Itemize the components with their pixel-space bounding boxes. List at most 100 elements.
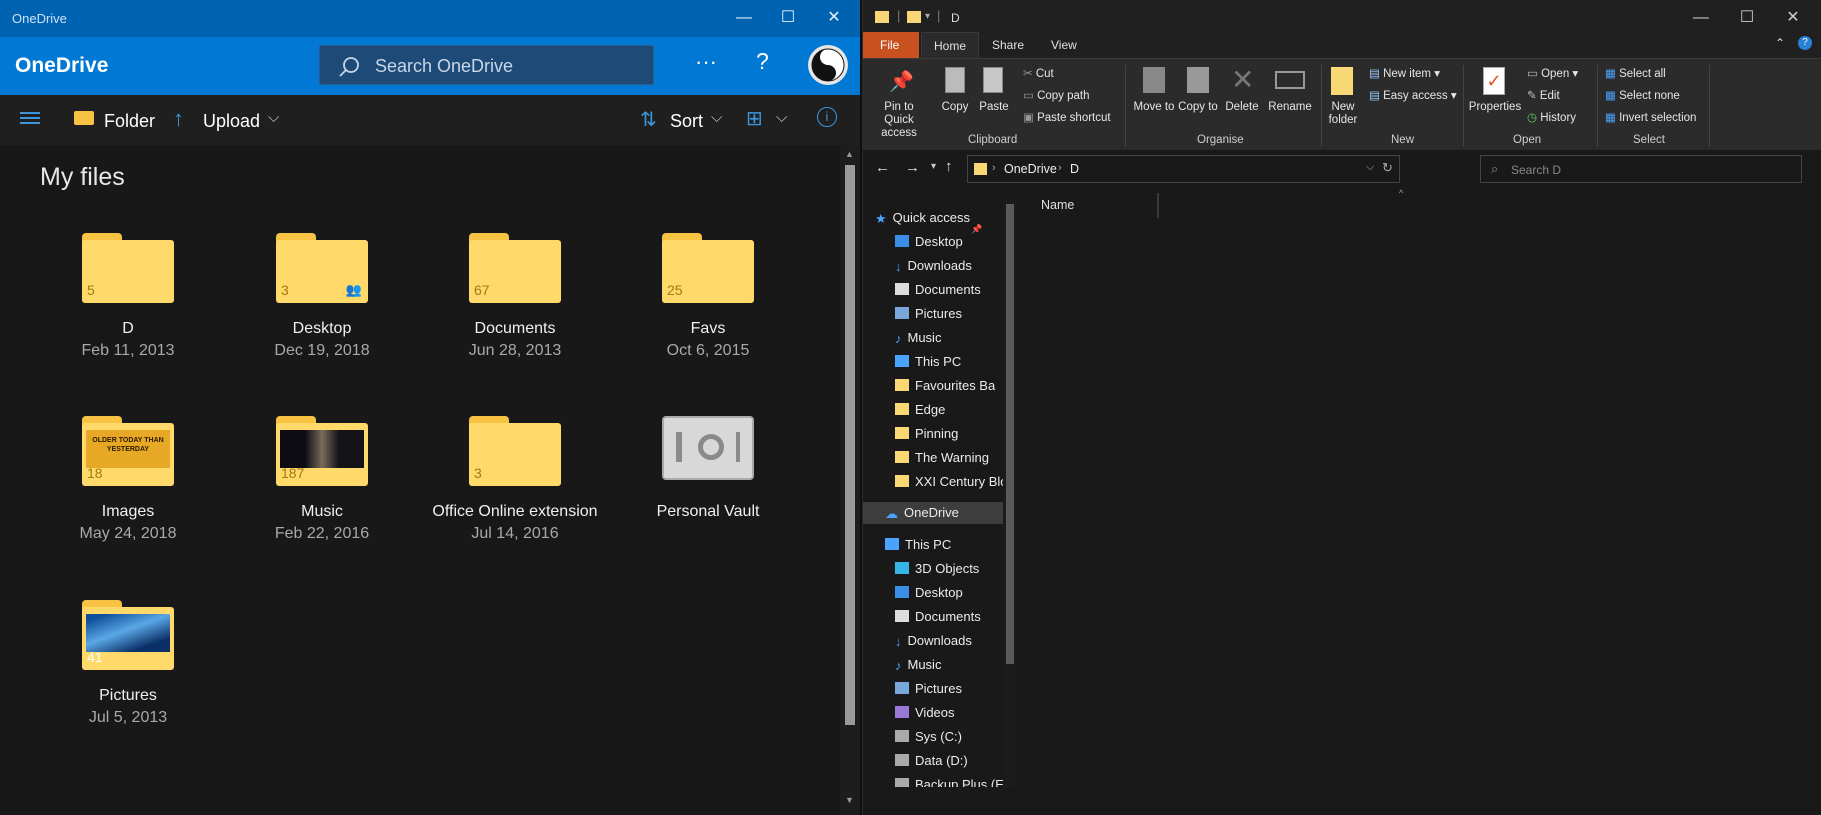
sort-button[interactable]: Sort: [670, 111, 703, 132]
scroll-thumb[interactable]: [1006, 204, 1014, 664]
window-title: D: [951, 11, 960, 25]
help-icon[interactable]: ?: [756, 48, 769, 75]
collapse-ribbon-icon[interactable]: ⌃: [1775, 36, 1785, 50]
help-icon[interactable]: ?: [1798, 36, 1812, 50]
history-button[interactable]: ◷ History: [1527, 110, 1576, 124]
tile-name: Images: [101, 503, 155, 520]
window-title: OneDrive: [12, 11, 67, 26]
tile-name: Office Online extension: [432, 503, 598, 520]
edit-button[interactable]: ✎ Edit: [1527, 88, 1560, 102]
file-list: ^ Name: [1019, 188, 1814, 787]
onedrive-header: OneDrive Search OneDrive ··· ?: [0, 37, 860, 95]
open-button[interactable]: ▭ Open ▾: [1527, 66, 1578, 80]
tab-share[interactable]: Share: [992, 38, 1024, 52]
tab-file[interactable]: File: [863, 32, 919, 58]
search-placeholder: Search OneDrive: [375, 56, 514, 76]
breadcrumb-onedrive[interactable]: OneDrive: [1004, 162, 1057, 176]
tile-date: Jul 14, 2016: [471, 525, 559, 542]
more-options-icon[interactable]: ···: [695, 49, 717, 75]
folder-tile-office-online-extension[interactable]: 3 Office Online extension Jul 14, 2016: [415, 416, 615, 543]
rename-button[interactable]: Rename: [1265, 101, 1315, 114]
properties-icon: ✓: [1483, 67, 1505, 95]
folder-tile-pictures[interactable]: 41 Pictures Jul 5, 2013: [28, 600, 228, 727]
column-header-name[interactable]: Name: [1041, 198, 1074, 212]
maximize-icon[interactable]: ☐: [778, 8, 798, 28]
tile-name: Personal Vault: [656, 503, 760, 520]
files-area: My files 5 D Feb 11, 2013 3 👥 Desktop Dec…: [0, 145, 840, 815]
hamburger-menu-icon[interactable]: [20, 109, 40, 127]
move-to-button[interactable]: Move to: [1131, 101, 1177, 114]
minimize-icon[interactable]: —: [734, 8, 754, 28]
folder-tile-documents[interactable]: 67 Documents Jun 28, 2013: [415, 233, 615, 360]
new-folder-button[interactable]: New folder: [1325, 101, 1361, 127]
tab-view[interactable]: View: [1051, 38, 1077, 52]
close-icon[interactable]: ✕: [824, 8, 844, 28]
paste-shortcut-button[interactable]: ▣ Paste shortcut: [1023, 110, 1111, 124]
upload-button[interactable]: Upload: [203, 111, 260, 132]
folder-tile-music[interactable]: 187 Music Feb 22, 2016: [222, 416, 422, 543]
pin-icon: 📌: [971, 224, 983, 234]
copy-button[interactable]: Copy: [937, 101, 973, 114]
personal-vault-tile[interactable]: Personal Vault: [608, 416, 808, 521]
folder-tile-favs[interactable]: 25 Favs Oct 6, 2015: [608, 233, 808, 360]
forward-icon[interactable]: →: [905, 159, 920, 176]
minimize-icon[interactable]: —: [1691, 8, 1711, 28]
view-grid-icon[interactable]: ⊞: [746, 106, 763, 131]
explorer-window: | ▾ | D — ☐ ✕ File Home Share View ⌃ ? 📌…: [862, 0, 1821, 815]
scrollbar[interactable]: ▲ ▼: [840, 145, 860, 815]
dropdown-icon[interactable]: ▾: [925, 11, 930, 22]
back-icon[interactable]: ←: [875, 159, 890, 176]
folder-tile-d[interactable]: 5 D Feb 11, 2013: [28, 233, 228, 360]
invert-selection-button[interactable]: ▦ Invert selection: [1605, 110, 1696, 124]
properties-button[interactable]: Properties: [1467, 101, 1523, 114]
move-to-icon: [1143, 67, 1165, 93]
nav-scrollbar[interactable]: [1003, 200, 1017, 787]
shared-people-icon: 👥: [345, 282, 362, 297]
quick-access-toolbar-icon[interactable]: [907, 11, 921, 23]
folder-thumbnail-icon: OLDER TODAY THAN YESTERDAY 18: [82, 416, 174, 486]
page-title: My files: [40, 163, 125, 191]
onedrive-window: OneDrive — ☐ ✕ OneDrive Search OneDrive …: [0, 0, 860, 815]
chevron-down-icon[interactable]: ⌵: [711, 109, 722, 126]
pin-to-quick-access-button[interactable]: Pin to Quick access: [869, 101, 929, 140]
tab-home[interactable]: Home: [921, 32, 979, 58]
cut-button[interactable]: ✂ Cut: [1023, 66, 1054, 80]
command-bar: Folder ↑ Upload ⌵ ⇅ Sort ⌵ ⊞ ⌵ i: [0, 95, 860, 145]
tile-name: Pictures: [99, 687, 157, 704]
delete-icon: ✕: [1231, 64, 1255, 95]
folder-tile-desktop[interactable]: 3 👥 Desktop Dec 19, 2018: [222, 233, 422, 360]
nav-item-quick-access[interactable]: ★ Quick access: [875, 210, 1005, 232]
select-none-button[interactable]: ▦ Select none: [1605, 88, 1680, 102]
copy-path-button[interactable]: ▭ Copy path: [1023, 88, 1090, 102]
group-label: Clipboard: [968, 134, 1018, 146]
nav-item-this-pc-root[interactable]: This PC: [885, 537, 1015, 559]
chevron-down-icon[interactable]: ⌵: [268, 109, 279, 126]
folder-icon: 3: [469, 416, 561, 486]
up-icon[interactable]: ↑: [945, 158, 953, 175]
search-placeholder: Search D: [1511, 163, 1562, 177]
maximize-icon[interactable]: ☐: [1737, 8, 1757, 28]
new-folder-icon: [1331, 67, 1353, 95]
avatar[interactable]: [808, 45, 848, 85]
select-all-button[interactable]: ▦ Select all: [1605, 66, 1666, 80]
new-item-button[interactable]: ▤ New item ▾: [1369, 66, 1440, 80]
search-input[interactable]: Search OneDrive: [319, 45, 654, 85]
address-bar[interactable]: › OneDrive › D ⌵ ↻: [967, 155, 1400, 183]
close-icon[interactable]: ✕: [1783, 8, 1803, 28]
refresh-icon[interactable]: ↻: [1382, 160, 1393, 176]
search-input[interactable]: ⌕ Search D: [1480, 155, 1802, 183]
copy-to-button[interactable]: Copy to: [1175, 101, 1221, 114]
paste-button[interactable]: Paste: [977, 101, 1011, 114]
info-icon[interactable]: i: [817, 107, 837, 127]
new-folder-button[interactable]: Folder: [104, 111, 155, 132]
breadcrumb-d[interactable]: D: [1070, 162, 1079, 176]
easy-access-button[interactable]: ▤ Easy access ▾: [1369, 88, 1457, 102]
scroll-thumb[interactable]: [845, 165, 855, 725]
folder-tile-images[interactable]: OLDER TODAY THAN YESTERDAY 18 Images May…: [28, 416, 228, 543]
chevron-down-icon[interactable]: ⌵: [1366, 161, 1374, 174]
delete-button[interactable]: Delete: [1219, 101, 1265, 114]
nav-item-onedrive[interactable]: ☁ OneDrive: [885, 505, 1015, 527]
chevron-down-icon[interactable]: ⌵: [776, 109, 787, 126]
recent-locations-icon[interactable]: ▾: [931, 161, 936, 172]
tile-date: Oct 6, 2015: [666, 342, 750, 359]
